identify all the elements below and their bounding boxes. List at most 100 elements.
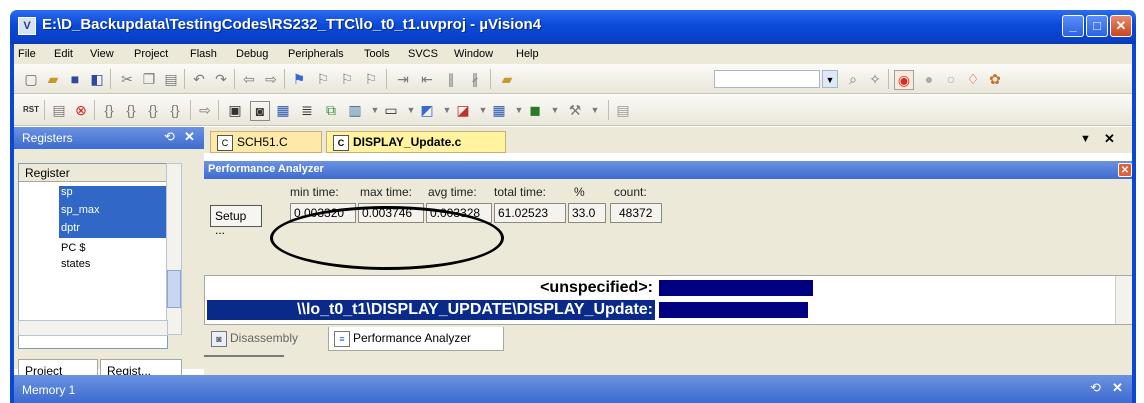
comment-icon[interactable]: ∥ — [442, 70, 460, 88]
copy-icon[interactable]: ❐ — [140, 70, 158, 88]
tab-display-update-c-label: DISPLAY_Update.c — [353, 135, 462, 149]
step-out-icon[interactable]: {} — [144, 101, 162, 119]
breakpoint-icon[interactable]: ● — [920, 70, 938, 88]
menu-debug[interactable]: Debug — [236, 48, 268, 60]
total-time-header: total time: — [494, 185, 547, 199]
undo-icon[interactable]: ↶ — [190, 70, 208, 88]
unindent-icon[interactable]: ⇤ — [418, 70, 436, 88]
run-icon[interactable]: ▤ — [50, 101, 68, 119]
registers-pane-close-button[interactable]: ✕ — [184, 129, 195, 145]
stop-icon[interactable]: ⊗ — [72, 101, 90, 119]
system-viewer-icon[interactable]: ◼ — [526, 101, 544, 119]
setup-button[interactable]: Setup ... — [210, 205, 262, 237]
register-tree-horizontal-scrollbar[interactable] — [18, 320, 168, 336]
step-into-icon[interactable]: {} — [100, 101, 118, 119]
pa-row-display-update-label[interactable]: \\lo_t0_t1\DISPLAY_UPDATE\DISPLAY_Update… — [297, 301, 653, 319]
menu-edit[interactable]: Edit — [54, 48, 73, 60]
previous-bookmark-icon[interactable]: ⚐ — [314, 70, 332, 88]
menu-window[interactable]: Window — [454, 48, 493, 60]
navigate-forward-icon[interactable]: ⇨ — [262, 70, 280, 88]
debug-restore-views-icon[interactable]: ▤ — [614, 101, 632, 119]
tab-disassembly[interactable]: ◙ Disassembly — [206, 327, 326, 351]
paste-icon[interactable]: ▤ — [162, 70, 180, 88]
performance-analyzer-close-button[interactable]: ✕ — [1118, 163, 1132, 177]
divider — [204, 355, 284, 361]
find-icon[interactable]: ⌕ — [844, 70, 862, 88]
find-in-files-icon[interactable]: ▰ — [498, 70, 516, 88]
redo-icon[interactable]: ↷ — [212, 70, 230, 88]
close-window-button[interactable]: ✕ — [1110, 15, 1132, 37]
tab-performance-analyzer[interactable]: ≡ Performance Analyzer — [328, 327, 504, 351]
kill-breakpoints-icon[interactable]: ♢ — [964, 70, 982, 88]
step-over-icon[interactable]: {} — [122, 101, 140, 119]
command-window-icon[interactable]: ▣ — [226, 101, 244, 119]
register-row-dptr[interactable]: dptr — [59, 222, 169, 238]
register-row-pc[interactable]: PC $ — [59, 242, 169, 256]
auto-hide-icon[interactable]: ⟲ — [164, 129, 175, 145]
auto-hide-icon[interactable]: ⟲ — [1090, 380, 1101, 396]
navigate-back-icon[interactable]: ⇦ — [240, 70, 258, 88]
insert-bookmark-icon[interactable]: ⚑ — [290, 70, 308, 88]
register-tree-vertical-scrollbar[interactable] — [166, 163, 182, 335]
debug-session-icon[interactable]: ◉ — [894, 70, 914, 90]
incremental-find-icon[interactable]: ✧ — [866, 70, 884, 88]
call-stack-icon[interactable]: ⧉ — [322, 101, 340, 119]
disassembly-window-icon[interactable]: ◙ — [250, 101, 270, 121]
serial-windows-icon[interactable]: ◩ — [418, 101, 436, 119]
open-folder-icon[interactable]: ▰ — [44, 70, 62, 88]
count-value: 48372 — [610, 203, 662, 223]
menu-file[interactable]: File — [18, 48, 36, 60]
menu-project[interactable]: Project — [134, 48, 168, 60]
save-all-icon[interactable]: ◧ — [88, 70, 106, 88]
highlight-ellipse — [270, 206, 504, 270]
title-bar[interactable]: V E:\D_Backupdata\TestingCodes\RS232_TTC… — [10, 10, 1136, 44]
next-bookmark-icon[interactable]: ⚐ — [338, 70, 356, 88]
menu-tools[interactable]: Tools — [364, 48, 390, 60]
total-time-value: 61.02523 — [494, 203, 566, 223]
menu-help[interactable]: Help — [516, 48, 539, 60]
editor-close-button[interactable]: ✕ — [1104, 131, 1115, 147]
register-row-sp[interactable]: sp — [59, 186, 169, 204]
tab-display-update-c[interactable]: C DISPLAY_Update.c — [326, 131, 506, 153]
register-row-states[interactable]: states — [59, 258, 169, 272]
clear-bookmarks-icon[interactable]: ⚐ — [362, 70, 380, 88]
find-combo-dropdown[interactable]: ▼ — [822, 70, 838, 88]
run-to-cursor-icon[interactable]: {} — [166, 101, 184, 119]
uncomment-icon[interactable]: ∦ — [466, 70, 484, 88]
disable-breakpoint-icon[interactable]: ○ — [942, 70, 960, 88]
editor-tab-list-dropdown[interactable]: ▼ — [1080, 133, 1091, 145]
scrollbar-thumb[interactable] — [167, 270, 181, 308]
maximize-button[interactable]: □ — [1086, 15, 1108, 37]
find-text-combo[interactable] — [714, 70, 820, 88]
reset-button[interactable]: RST — [22, 101, 40, 119]
toolbox-icon[interactable]: ⚒ — [566, 101, 584, 119]
indent-icon[interactable]: ⇥ — [394, 70, 412, 88]
debug-toolbar: RST ▤ ⊗ {} {} {} {} ⇨ ▣ ◙ ▦ ≣ ⧉ ▥ ▼ ▭ ▼ … — [14, 94, 1132, 126]
menu-peripherals[interactable]: Peripherals — [288, 48, 344, 60]
pa-list-scrollbar[interactable] — [1115, 276, 1132, 324]
cut-icon[interactable]: ✂ — [118, 70, 136, 88]
symbols-window-icon[interactable]: ▦ — [274, 101, 292, 119]
memory-pane-close-button[interactable]: ✕ — [1112, 380, 1123, 396]
editor-empty-area — [204, 355, 1132, 375]
menu-svcs[interactable]: SVCS — [408, 48, 438, 60]
register-column-header[interactable]: Register — [19, 164, 169, 182]
register-row-sp-max[interactable]: sp_max — [59, 204, 169, 222]
performance-analyzer-list[interactable]: <unspecified>: \\lo_t0_t1\DISPLAY_UPDATE… — [204, 275, 1132, 325]
pa-row-unspecified-label[interactable]: <unspecified>: — [540, 279, 653, 297]
menu-flash[interactable]: Flash — [190, 48, 217, 60]
save-icon[interactable]: ■ — [66, 70, 84, 88]
menu-view[interactable]: View — [90, 48, 114, 60]
memory-windows-icon[interactable]: ▭ — [382, 101, 400, 119]
watch-windows-icon[interactable]: ▥ — [346, 101, 364, 119]
trace-windows-icon[interactable]: ▦ — [490, 101, 508, 119]
configuration-icon[interactable]: ✿ — [986, 70, 1004, 88]
minimize-button[interactable]: _ — [1062, 15, 1084, 37]
new-file-icon[interactable]: ▢ — [22, 70, 40, 88]
toolbox-dropdown[interactable]: ▼ — [586, 101, 604, 119]
system-viewer-dropdown[interactable]: ▼ — [546, 101, 564, 119]
show-next-statement-icon[interactable]: ⇨ — [196, 101, 214, 119]
tab-sch51-c[interactable]: C SCH51.C — [210, 131, 322, 153]
analysis-windows-icon[interactable]: ◪ — [454, 101, 472, 119]
registers-window-icon[interactable]: ≣ — [298, 101, 316, 119]
